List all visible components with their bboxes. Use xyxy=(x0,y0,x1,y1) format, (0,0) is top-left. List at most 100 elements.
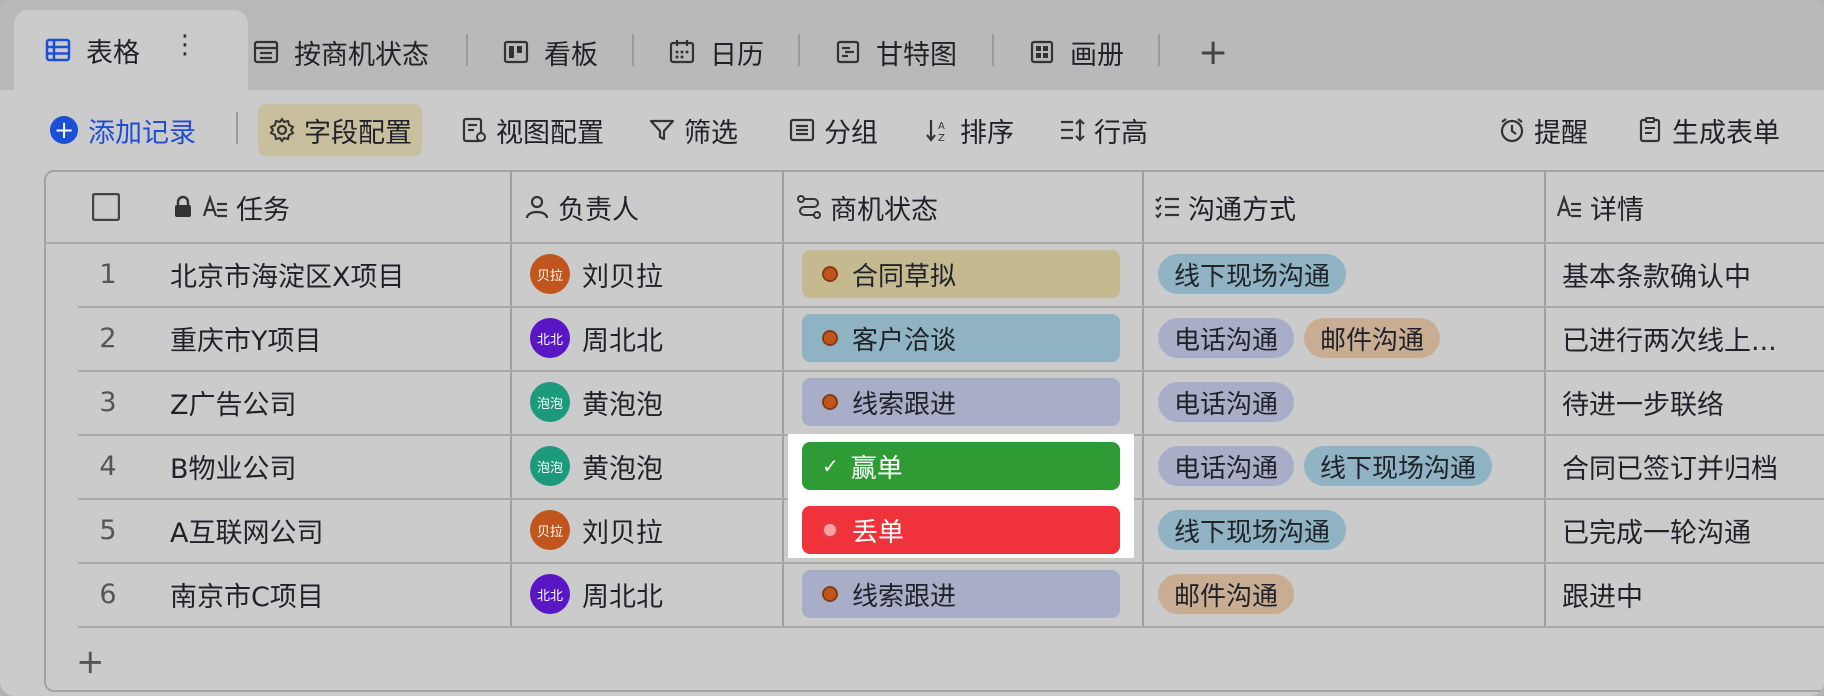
tab-divider xyxy=(632,34,634,66)
task-cell[interactable]: 重庆市Y项目 xyxy=(170,306,322,370)
row-height-button[interactable]: 行高 xyxy=(1058,104,1148,156)
plus-circle-icon: + xyxy=(50,116,78,144)
avatar: 贝拉 xyxy=(530,254,570,294)
tab-table[interactable]: 表格 xyxy=(14,10,248,90)
channel-cell[interactable]: 电话沟通 邮件沟通 xyxy=(1158,306,1450,370)
owner-cell[interactable]: 北北 周北北 xyxy=(530,306,663,370)
status-badge[interactable]: 线索跟进 xyxy=(802,570,1120,618)
filter-button[interactable]: 筛选 xyxy=(648,104,738,156)
status-dot-icon xyxy=(822,330,838,346)
tab-gantt[interactable]: 甘特图 xyxy=(834,14,957,90)
form-icon xyxy=(1636,116,1664,144)
add-record-label: 添加记录 xyxy=(88,117,196,149)
channel-cell[interactable]: 线下现场沟通 xyxy=(1158,242,1356,306)
row-height-label: 行高 xyxy=(1094,117,1148,149)
add-view-button[interactable]: + xyxy=(1198,14,1228,90)
view-config-button[interactable]: 视图配置 xyxy=(460,104,604,156)
column-header-detail[interactable]: 详情 xyxy=(1556,172,1644,242)
owner-name: 黄泡泡 xyxy=(582,453,663,485)
clock-icon xyxy=(1498,116,1526,144)
status-dot-icon xyxy=(822,394,838,410)
add-row-button[interactable]: + xyxy=(76,642,105,682)
task-cell[interactable]: Z广告公司 xyxy=(170,370,297,434)
table-icon xyxy=(44,36,72,64)
tab-kanban[interactable]: 看板 xyxy=(502,14,598,90)
channel-tag: 电话沟通 xyxy=(1158,318,1295,358)
toolbar-divider xyxy=(236,112,238,144)
row-number: 4 xyxy=(99,450,117,482)
avatar: 泡泡 xyxy=(530,382,570,422)
owner-cell[interactable]: 贝拉 刘贝拉 xyxy=(530,242,663,306)
row-height-icon xyxy=(1058,116,1086,144)
column-header-status[interactable]: 商机状态 xyxy=(796,172,938,242)
tab-divider xyxy=(466,34,468,66)
task-cell[interactable]: B物业公司 xyxy=(170,434,297,498)
channel-cell[interactable]: 线下现场沟通 xyxy=(1158,498,1356,562)
gantt-icon xyxy=(834,38,862,66)
task-cell[interactable]: A互联网公司 xyxy=(170,498,323,562)
calendar-icon xyxy=(668,38,696,66)
field-config-label: 字段配置 xyxy=(304,117,412,149)
owner-cell[interactable]: 北北 周北北 xyxy=(530,562,663,626)
row-number: 5 xyxy=(99,514,117,546)
status-badge[interactable]: ✓ 赢单 xyxy=(802,442,1120,490)
detail-cell[interactable]: 待进一步联络 xyxy=(1562,370,1724,434)
add-record-button[interactable]: + 添加记录 xyxy=(50,104,196,156)
grouped-table-icon xyxy=(252,38,280,66)
lock-icon xyxy=(172,194,194,220)
field-config-button[interactable]: 字段配置 xyxy=(258,104,422,156)
status-label: 客户洽谈 xyxy=(852,325,957,356)
status-badge[interactable]: 线索跟进 xyxy=(802,378,1120,426)
more-options-icon[interactable]: ⋮ xyxy=(172,30,198,60)
channel-cell[interactable]: 邮件沟通 xyxy=(1158,562,1304,626)
select-all-checkbox[interactable] xyxy=(92,172,120,242)
sort-icon: AZ xyxy=(924,116,952,144)
column-header-label: 负责人 xyxy=(558,194,639,226)
status-badge[interactable]: 丢单 xyxy=(802,506,1120,554)
group-button[interactable]: 分组 xyxy=(788,104,878,156)
owner-cell[interactable]: 泡泡 黄泡泡 xyxy=(530,434,663,498)
sort-button[interactable]: AZ 排序 xyxy=(924,104,1014,156)
column-header-label: 任务 xyxy=(236,194,290,226)
status-badge[interactable]: 客户洽谈 xyxy=(802,314,1120,362)
avatar: 贝拉 xyxy=(530,510,570,550)
column-header-task[interactable]: 任务 xyxy=(172,172,290,242)
row-number: 2 xyxy=(99,322,117,354)
owner-cell[interactable]: 贝拉 刘贝拉 xyxy=(530,498,663,562)
gear-icon xyxy=(268,116,296,144)
owner-cell[interactable]: 泡泡 黄泡泡 xyxy=(530,370,663,434)
view-tabs-bar: 表格 ⋮ 按商机状态 看板 日历 甘特图 画册 + xyxy=(0,0,1824,90)
gallery-icon xyxy=(1028,38,1056,66)
column-header-channel[interactable]: 沟通方式 xyxy=(1154,172,1296,242)
tab-label: 日历 xyxy=(710,39,764,71)
tab-divider xyxy=(992,34,994,66)
tab-calendar[interactable]: 日历 xyxy=(668,14,764,90)
row-divider xyxy=(78,626,1824,628)
task-cell[interactable]: 北京市海淀区X项目 xyxy=(170,242,405,306)
status-badge[interactable]: 合同草拟 xyxy=(802,250,1120,298)
detail-cell[interactable]: 已完成一轮沟通 xyxy=(1562,498,1751,562)
channel-cell[interactable]: 电话沟通 线下现场沟通 xyxy=(1158,434,1502,498)
generate-form-button[interactable]: 生成表单 xyxy=(1636,104,1780,156)
column-divider xyxy=(1544,172,1546,626)
detail-cell[interactable]: 已进行两次线上... xyxy=(1562,306,1777,370)
status-dot-icon xyxy=(822,586,838,602)
tab-gallery[interactable]: 画册 xyxy=(1028,14,1124,90)
detail-cell[interactable]: 跟进中 xyxy=(1562,562,1643,626)
tab-label: 看板 xyxy=(544,39,598,71)
task-cell[interactable]: 南京市C项目 xyxy=(170,562,324,626)
check-icon: ✓ xyxy=(822,454,839,478)
generate-form-label: 生成表单 xyxy=(1672,117,1780,149)
row-number: 1 xyxy=(99,258,117,290)
detail-cell[interactable]: 基本条款确认中 xyxy=(1562,242,1751,306)
column-divider xyxy=(510,172,512,626)
channel-cell[interactable]: 电话沟通 xyxy=(1158,370,1304,434)
detail-cell[interactable]: 合同已签订并归档 xyxy=(1562,434,1778,498)
avatar: 泡泡 xyxy=(530,446,570,486)
reminder-button[interactable]: 提醒 xyxy=(1498,104,1588,156)
column-divider xyxy=(782,172,784,626)
text-field-icon xyxy=(202,194,228,220)
tab-by-status[interactable]: 按商机状态 xyxy=(252,14,429,90)
column-header-owner[interactable]: 负责人 xyxy=(524,172,639,242)
person-icon xyxy=(524,194,550,220)
